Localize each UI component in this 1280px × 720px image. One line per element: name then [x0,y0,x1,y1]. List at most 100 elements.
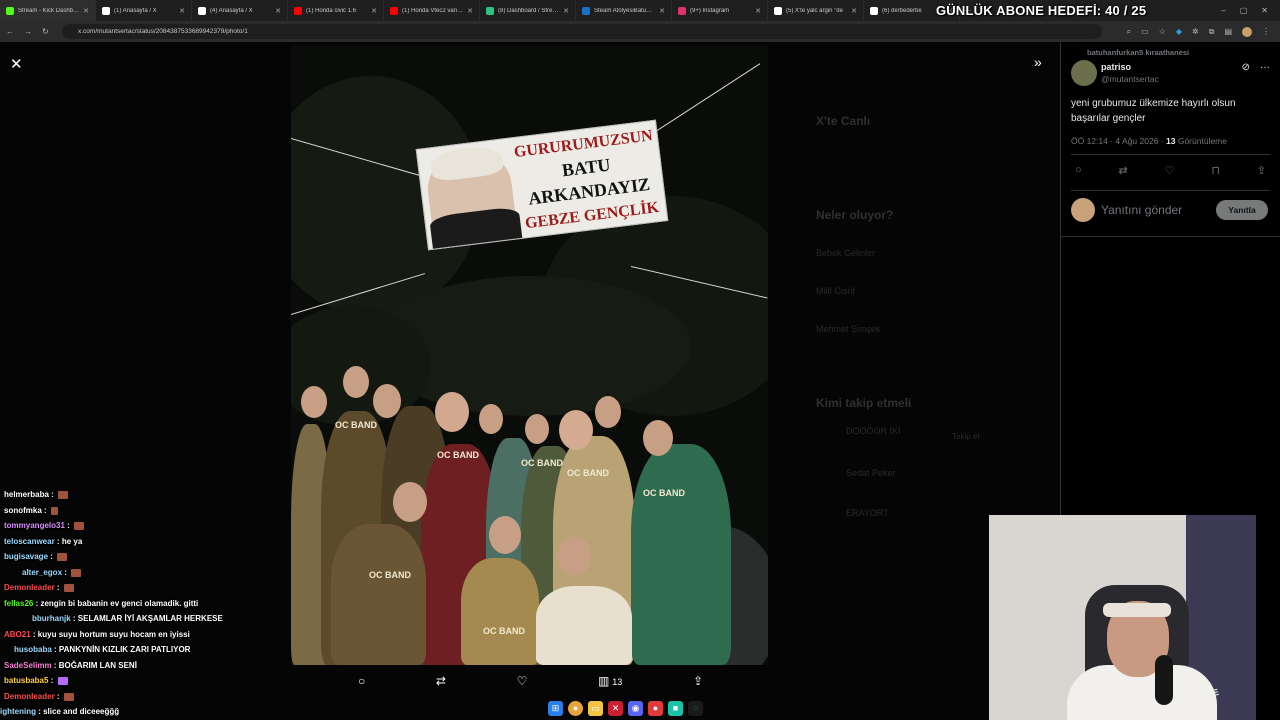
forward-icon[interactable]: → [24,27,32,36]
person-head [435,392,469,432]
shirt-label: OC BAND [483,626,525,636]
profile-avatar[interactable] [1242,26,1252,37]
kick-icon [6,6,14,15]
address-bar[interactable]: x.com/mutantsertac/status/20843875336899… [62,24,1102,39]
tweet-time[interactable]: ÖÖ 12:14 · 4 Ağu 2026 · [1071,136,1164,146]
chat-message: bugisavage : [4,552,68,561]
ghost-trend: Bebek Gelinler [816,248,876,258]
repost-icon[interactable]: ⇄ [436,674,446,688]
repost-icon[interactable]: ⇄ [1119,164,1128,177]
chat-user: husobaba [14,645,52,654]
more-icon[interactable]: ··· [1260,62,1270,73]
person-head [525,414,549,444]
chat-user: ABO21 [4,630,31,639]
search-icon[interactable]: ⌕ [1127,27,1131,37]
reply-icon[interactable]: ○ [1075,164,1082,177]
chat-user: Demonleader [4,692,55,701]
photo-actions: ○ ⇄ ♡ ▥ 13 ⇪ [358,671,703,691]
close-tab-icon[interactable]: ✕ [371,7,377,15]
instagram-icon [678,6,686,15]
divider [1061,236,1280,237]
menu-icon[interactable]: ⋮ [1262,27,1270,36]
tweet-photo[interactable]: GURURUMUZSUN BATU ARKANDAYIZ GEBZE GENÇL… [291,46,768,665]
share-icon[interactable]: ⇪ [1257,164,1266,177]
close-tab-icon[interactable]: ✕ [467,7,473,15]
user-avatar [1071,198,1095,222]
share-icon[interactable]: ⇪ [693,674,703,688]
tweet-meta: ÖÖ 12:14 · 4 Ağu 2026 · 13 Görüntüleme [1071,136,1227,146]
browser-tab[interactable]: Stream - Kick Dashboard ✕ [0,0,96,21]
sidebar-icon[interactable]: ▤ [1224,27,1232,36]
chat-text: SELAMLAR İYİ AKŞAMLAR HERKESE [77,614,223,623]
grok-icon[interactable]: ⊘ [1242,62,1250,73]
browser-tab[interactable]: (1) Honda Vtec2 vanes ✕ [384,0,480,21]
maximize-button[interactable]: ▢ [1240,6,1248,15]
minimize-button[interactable]: – [1221,6,1225,15]
close-tab-icon[interactable]: ✕ [275,7,281,15]
bookmark-icon[interactable]: ⊓ [1211,164,1220,177]
windows-start-icon[interactable]: ⊞ [548,700,563,716]
close-tab-icon[interactable]: ✕ [83,7,89,15]
browser-tab[interactable]: (9+) Instagram ✕ [672,0,768,21]
person-head [595,396,621,428]
browser-tab[interactable]: (8) Dashboard / Stream ✕ [480,0,576,21]
reply-input[interactable]: Yanıtını gönder [1101,203,1182,217]
toolbar-right: ⌕ ▭ ☆ ◆ ✲ ⧉ ▤ ⋮ [1127,21,1270,42]
reply-icon[interactable]: ○ [358,674,365,688]
emote-icon [63,692,74,701]
youtube-icon [390,6,398,15]
close-tab-icon[interactable]: ✕ [179,7,185,15]
chat-text: PANKYNİN KIZLIK ZARI PATLIYOR [58,645,191,654]
puzzle-icon[interactable]: ⧉ [1209,27,1215,37]
reload-icon[interactable]: ↻ [42,27,49,36]
chat-text: slice and diceeeğğğ [43,707,120,716]
file-explorer-icon[interactable]: ▭ [588,700,603,716]
ghost-trends-title: Neler oluyor? [816,208,894,222]
author-avatar[interactable] [1071,60,1097,86]
chat-user: fellas26 [4,599,34,608]
cast-icon[interactable]: ▭ [1141,27,1149,36]
bookmark-star-icon[interactable]: ☆ [1159,27,1166,36]
spotify-icon[interactable]: ◌ [688,700,703,716]
discord-icon[interactable]: ◉ [628,700,643,716]
emote-icon [50,506,58,515]
back-icon[interactable]: ← [6,27,14,36]
browser-tab[interactable]: (1) Honda civic 1.6 ✕ [288,0,384,21]
views-icon: ▥ [597,674,610,688]
author-name[interactable]: patriso [1101,62,1131,72]
close-tab-icon[interactable]: ✕ [659,7,665,15]
extension-icon[interactable]: ◆ [1176,27,1182,36]
stream-chat-overlay: helmerbaba : sonofmka : tommyangelo31 : … [0,476,320,720]
app-icon[interactable]: ■ [668,700,683,716]
chat-message: SadeSelimm : BOĞARIM LAN SENİ [4,661,137,670]
close-tab-icon[interactable]: ✕ [851,7,857,15]
stream-goal-overlay: GÜNLÜK ABONE HEDEFİ: 40 / 25 [936,3,1147,18]
tweet-text-line: yeni grubumuz ülkemize hayırlı olsun [1071,98,1236,109]
emote-icon [57,552,68,561]
window-controls: – ▢ ✕ [1221,0,1280,21]
close-tab-icon[interactable]: ✕ [563,7,569,15]
browser-tab[interactable]: (5) X'te yalc argin "de ✕ [768,0,864,21]
close-icon[interactable]: ✕ [10,55,23,73]
expand-panel-icon[interactable]: » [1034,54,1042,70]
browser-tab[interactable]: (1) Anasayfa / X ✕ [96,0,192,21]
chat-message: helmerbaba : [4,490,69,499]
close-window-button[interactable]: ✕ [1261,6,1268,15]
views-button[interactable]: ▥ 13 [598,674,622,688]
record-icon[interactable]: ● [648,700,663,716]
author-handle[interactable]: @mutantsertac [1101,74,1159,84]
like-icon[interactable]: ♡ [517,674,528,688]
reply-button[interactable]: Yanıtla [1216,200,1268,220]
settings-icon[interactable]: ✲ [1192,27,1199,36]
browser-tab[interactable]: (4) Anasayfa / X ✕ [192,0,288,21]
browser-tab[interactable]: Steam AtölyesiBatuhan ✕ [576,0,672,21]
like-icon[interactable]: ♡ [1165,164,1175,177]
emote-icon [57,676,68,685]
chat-message: tommyangelo31 : [4,521,85,530]
person [461,558,539,665]
chrome-icon[interactable]: ● [568,700,583,716]
tweet-text-line: başarılar gençler [1071,113,1146,124]
close-tab-icon[interactable]: ✕ [755,7,761,15]
xsplit-icon[interactable]: ✕ [608,700,623,716]
ghost-follow-name: DOOOOR İKİ [846,426,901,436]
